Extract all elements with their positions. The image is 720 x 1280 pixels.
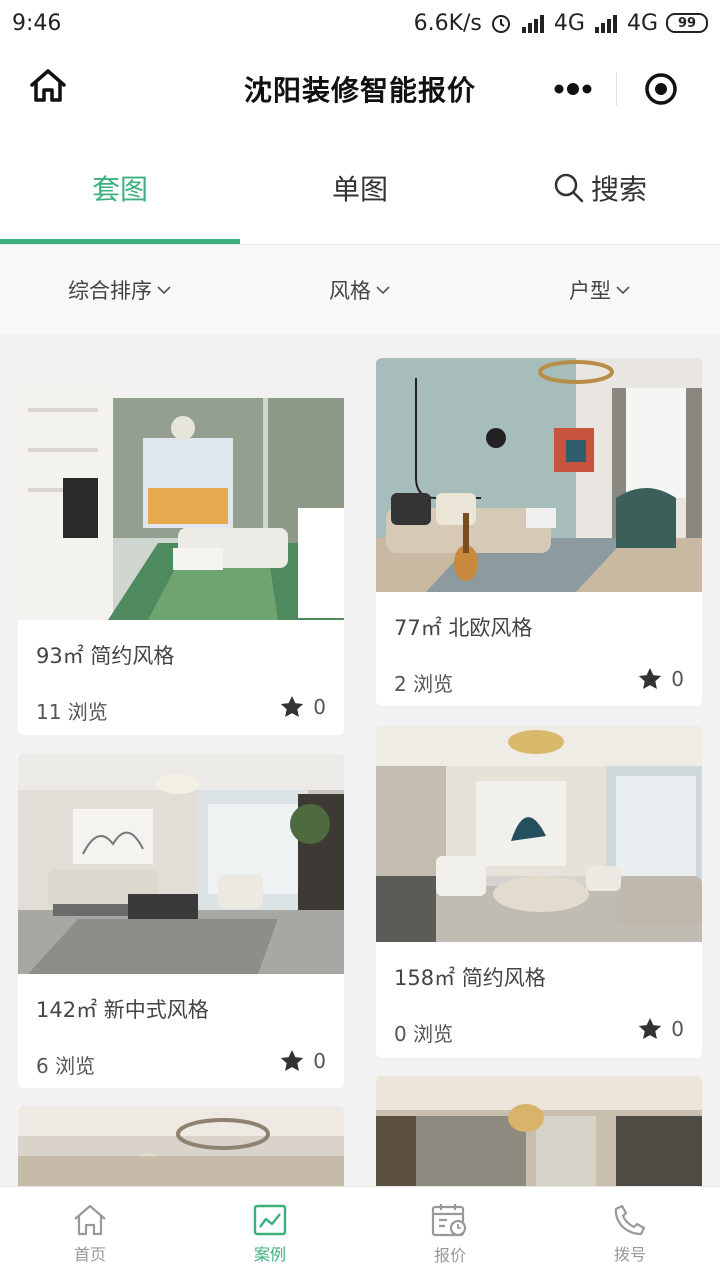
status-bar: 9:46 6.6K/s 4G 4G 99 (0, 0, 720, 46)
tab-label: 套图 (91, 173, 148, 206)
case-card[interactable]: 77㎡ 北欧风格 2 浏览 0 (376, 358, 702, 706)
mini-program-capsule (530, 58, 704, 120)
case-photo (18, 358, 344, 620)
case-card[interactable]: 93㎡ 简约风格 11 浏览 0 (18, 358, 344, 735)
favorite-button[interactable]: 0 (637, 1016, 684, 1042)
close-mini-program-button[interactable] (617, 58, 704, 120)
favorite-button[interactable]: 0 (637, 666, 684, 692)
view-count: 11 浏览 (36, 700, 108, 724)
filter-sort[interactable]: 综合排序 (0, 245, 240, 335)
case-photo (376, 1076, 702, 1186)
home-icon (30, 69, 66, 102)
net-speed: 6.6K/s (413, 10, 482, 36)
case-photo (376, 358, 702, 592)
chevron-down-icon (616, 286, 630, 295)
filter-label: 综合排序 (68, 279, 152, 303)
nav-call[interactable]: 拨号 (540, 1187, 720, 1280)
case-photo (18, 754, 344, 974)
tab-set-images[interactable]: 套图 (0, 132, 240, 244)
filter-label: 户型 (569, 279, 611, 303)
category-tabs: 套图 单图 搜索 (0, 132, 720, 244)
network-type-2: 4G (626, 10, 658, 36)
favorite-count: 0 (671, 667, 684, 691)
signal-icon (594, 15, 617, 33)
nav-home[interactable]: 首页 (0, 1187, 180, 1280)
tab-label: 单图 (331, 173, 388, 206)
nav-quote[interactable]: 报价 (360, 1187, 540, 1280)
tab-single-images[interactable]: 单图 (240, 132, 480, 244)
favorite-button[interactable]: 0 (279, 1048, 326, 1074)
more-button[interactable] (530, 58, 616, 120)
signal-icon (521, 15, 544, 33)
case-card[interactable] (376, 1076, 702, 1186)
more-dots-icon (554, 83, 592, 95)
case-card[interactable] (18, 1106, 344, 1186)
tab-search[interactable]: 搜索 (480, 132, 720, 244)
chevron-down-icon (157, 286, 171, 295)
nav-label: 报价 (433, 1246, 466, 1265)
case-card[interactable]: 158㎡ 简约风格 0 浏览 0 (376, 726, 702, 1058)
search-icon (554, 173, 584, 203)
view-count: 0 浏览 (394, 1022, 454, 1046)
case-photo (376, 726, 702, 942)
phone-icon (614, 1204, 646, 1236)
network-type-1: 4G (553, 10, 585, 36)
nav-label: 拨号 (613, 1245, 646, 1264)
alarm-icon (491, 15, 510, 33)
status-indicators: 6.6K/s 4G 4G 99 (414, 11, 708, 36)
filter-bar: 综合排序 风格 户型 (0, 244, 720, 334)
favorite-button[interactable]: 0 (279, 694, 326, 720)
case-title: 77㎡ 北欧风格 (394, 616, 533, 640)
search-tab-content: 搜索 (553, 168, 647, 208)
bottom-navigation: 首页 案例 报价 拨号 (0, 1186, 720, 1280)
case-photo (18, 1106, 344, 1186)
case-title: 93㎡ 简约风格 (36, 644, 175, 668)
filter-label: 风格 (329, 279, 371, 303)
case-title: 158㎡ 简约风格 (394, 966, 546, 990)
star-icon (281, 1049, 304, 1071)
nav-label: 案例 (253, 1245, 286, 1264)
favorite-count: 0 (313, 695, 326, 719)
star-icon (639, 667, 662, 689)
case-card[interactable]: 142㎡ 新中式风格 6 浏览 0 (18, 754, 344, 1088)
calendar-icon (431, 1204, 467, 1237)
filter-style[interactable]: 风格 (240, 245, 480, 335)
page-title: 沈阳装修智能报价 (243, 74, 476, 107)
chevron-down-icon (376, 286, 390, 295)
home-button[interactable] (26, 64, 70, 108)
target-icon (644, 73, 677, 105)
filter-layout[interactable]: 户型 (480, 245, 720, 335)
tab-label: 搜索 (590, 173, 647, 206)
home-icon (74, 1204, 106, 1236)
status-time: 9:46 (12, 10, 62, 36)
case-title: 142㎡ 新中式风格 (36, 998, 209, 1022)
nav-cases[interactable]: 案例 (180, 1187, 360, 1280)
battery-indicator: 99 (666, 13, 708, 33)
view-count: 6 浏览 (36, 1054, 96, 1078)
view-count: 2 浏览 (394, 672, 454, 696)
chart-icon (253, 1204, 287, 1236)
star-icon (281, 695, 304, 717)
star-icon (639, 1017, 662, 1039)
favorite-count: 0 (671, 1017, 684, 1041)
favorite-count: 0 (313, 1049, 326, 1073)
title-bar: 沈阳装修智能报价 (0, 46, 720, 132)
nav-label: 首页 (73, 1245, 106, 1264)
